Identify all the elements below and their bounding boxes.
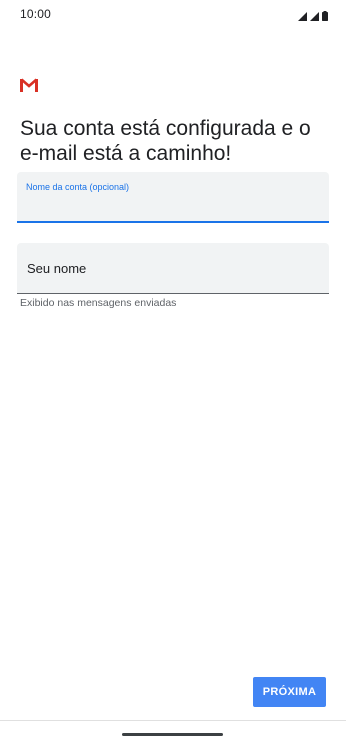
- next-button[interactable]: PRÓXIMA: [253, 677, 326, 707]
- account-name-label: Nome da conta (opcional): [26, 182, 130, 192]
- gmail-logo-icon: [20, 78, 44, 98]
- home-gesture-handle[interactable]: [122, 733, 223, 736]
- status-bar: 10:00: [0, 0, 346, 30]
- setup-complete-screen: 10:00 Sua conta está configurada e o e-m…: [0, 0, 346, 749]
- your-name-field[interactable]: Seu nome: [17, 243, 329, 294]
- nav-divider: [0, 720, 346, 721]
- signal-icon: [298, 8, 307, 26]
- status-time: 10:00: [20, 7, 52, 21]
- signal-icon: [310, 8, 319, 26]
- page-title: Sua conta está configurada e o e-mail es…: [20, 117, 311, 165]
- your-name-helper-text: Exibido nas mensagens enviadas: [20, 297, 177, 309]
- account-name-field[interactable]: Nome da conta (opcional): [17, 172, 329, 223]
- status-icons: [298, 8, 328, 26]
- your-name-placeholder: Seu nome: [27, 261, 87, 276]
- battery-icon: [322, 8, 328, 26]
